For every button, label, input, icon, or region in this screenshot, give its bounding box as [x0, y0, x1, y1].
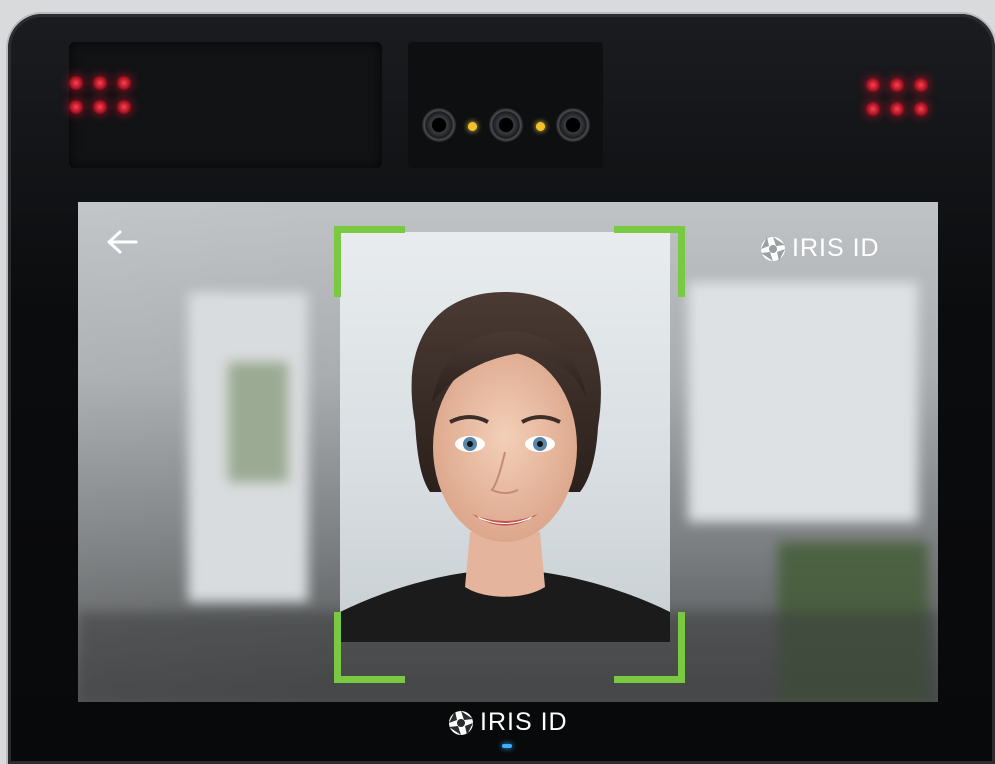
back-button[interactable] [100, 220, 144, 264]
iris-shutter-icon [449, 710, 473, 735]
touch-screen: IRIS ID [78, 202, 938, 702]
background-window [688, 282, 918, 522]
background-plant [228, 362, 288, 482]
camera-module [408, 42, 603, 168]
ir-led [69, 100, 83, 114]
camera-illuminator [536, 122, 545, 131]
ir-led [117, 76, 131, 90]
face-frame-corner-top-right [614, 226, 685, 297]
ir-led [890, 78, 904, 92]
ir-led [93, 76, 107, 90]
face-frame-corner-bottom-left [334, 612, 405, 683]
ir-sensor-panel-left [69, 42, 382, 168]
iris-shutter-icon [761, 236, 785, 261]
camera-lens-right [556, 108, 590, 142]
screen-brand-logo: IRIS ID [760, 234, 880, 263]
ir-led [914, 78, 928, 92]
camera-lens-center [489, 108, 523, 142]
ir-led [866, 102, 880, 116]
brand-name: IRIS ID [480, 708, 568, 736]
ir-led-array-left [69, 76, 131, 114]
ir-led [117, 100, 131, 114]
ir-led [93, 100, 107, 114]
face-frame-corner-bottom-right [614, 612, 685, 683]
face-frame-corner-top-left [334, 226, 405, 297]
camera-illuminator [468, 122, 477, 131]
brand-name: IRIS ID [792, 234, 880, 262]
bezel-brand-logo: IRIS ID [448, 708, 568, 737]
iris-id-device: IRIS ID IRIS ID [8, 14, 995, 764]
ir-led [866, 78, 880, 92]
status-indicator-light [502, 744, 512, 748]
arrow-left-icon [107, 230, 138, 254]
ir-led [890, 102, 904, 116]
ir-led [69, 76, 83, 90]
ir-led-array-right [866, 78, 928, 116]
ir-led [914, 102, 928, 116]
camera-lens-left [422, 108, 456, 142]
